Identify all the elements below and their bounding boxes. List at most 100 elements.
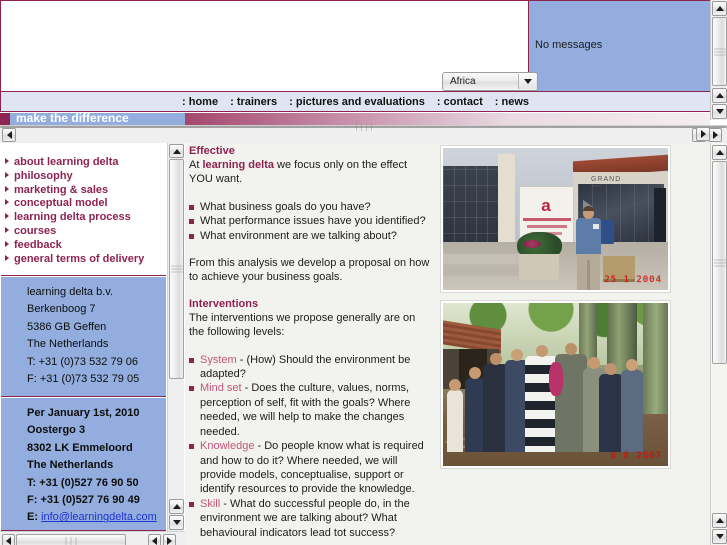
sidebar-item-about-learning-delta[interactable]: about learning delta xyxy=(5,156,166,170)
browser-window: No messages Africa home trainers picture… xyxy=(0,0,727,545)
address-line: 8302 LK Emmeloord xyxy=(27,441,133,454)
nav-item-trainers[interactable]: trainers xyxy=(224,96,283,108)
bullet-triangle-icon xyxy=(5,240,9,247)
sidebar-item-philosophy[interactable]: philosophy xyxy=(5,170,166,184)
nav-item-contact[interactable]: contact xyxy=(431,96,489,108)
bullet-triangle-icon xyxy=(5,185,9,192)
sidebar-item-label: general terms of delivery xyxy=(14,252,145,265)
sidebar-item-label: about learning delta xyxy=(14,156,119,168)
grip-icon xyxy=(713,46,726,57)
arrow-left-icon[interactable] xyxy=(2,128,16,142)
arrow-up-icon[interactable] xyxy=(169,499,184,514)
arrow-right-icon[interactable] xyxy=(163,534,176,545)
main-vscroll-thumb[interactable] xyxy=(712,161,727,364)
arrow-up-icon[interactable] xyxy=(712,513,727,528)
grip-icon xyxy=(170,264,183,275)
level-term: Mind set xyxy=(200,382,242,395)
nav-item-home[interactable]: home xyxy=(176,96,224,108)
brand-name: learning delta xyxy=(202,159,274,171)
photo-datestamp: 6 6 2007 xyxy=(610,451,662,461)
arrow-down-icon[interactable] xyxy=(169,515,184,530)
arrow-up-icon[interactable] xyxy=(712,88,727,103)
list-item-system: System - (How) Should the environment be… xyxy=(189,353,431,382)
address-line: learning delta b.v. xyxy=(27,286,114,298)
address-effective-date: Per January 1st, 2010 xyxy=(27,407,140,419)
sidebar-vertical-scrollbar[interactable] xyxy=(167,143,184,531)
country-select-value: Africa xyxy=(450,76,476,87)
section-closing-effective: From this analysis we develop a proposal… xyxy=(189,257,430,284)
level-text: - What do successful people do, in the e… xyxy=(200,497,410,539)
section-intro-interventions: The interventions we propose generally a… xyxy=(189,311,416,339)
level-term: Skill xyxy=(200,497,221,510)
list-item: What environment are we talking about? xyxy=(189,229,431,243)
arrow-right-icon[interactable] xyxy=(696,127,710,141)
messages-text: No messages xyxy=(535,39,603,51)
sidebar-item-label: courses xyxy=(14,224,57,237)
grip-icon xyxy=(64,536,79,545)
nav-item-pictures-and-evaluations[interactable]: pictures and evaluations xyxy=(283,96,431,108)
sidebar-item-label: conceptual model xyxy=(14,197,108,210)
main-navbar: home trainers pictures and evaluations c… xyxy=(1,91,710,111)
list-item-mind-set: Mind set - Does the culture, values, nor… xyxy=(189,381,431,439)
address-email-row: E: info@learningdelta.com xyxy=(27,509,166,526)
arrow-up-icon[interactable] xyxy=(169,144,184,158)
section-intro-effective: At learning delta we focus only on the e… xyxy=(189,158,431,187)
country-select[interactable]: Africa xyxy=(442,72,538,91)
sidebar-item-conceptual-model[interactable]: conceptual model xyxy=(5,197,166,211)
grip-icon xyxy=(713,257,726,268)
section-heading-effective: Effective xyxy=(189,145,235,157)
arrow-up-icon[interactable] xyxy=(712,1,727,16)
address-fax: F: +31 (0)73 532 79 05 xyxy=(27,373,140,386)
main-vertical-scrollbar[interactable] xyxy=(710,143,727,545)
level-term: System xyxy=(200,353,237,366)
email-link[interactable]: info@learningdelta.com xyxy=(41,511,157,523)
address-line: 5386 GB Geffen xyxy=(27,320,107,333)
photo-datestamp: 25 1 2004 xyxy=(604,275,662,285)
list-item-knowledge: Knowledge - Do people know what is requi… xyxy=(189,439,431,497)
bullet-triangle-icon xyxy=(5,158,9,164)
sidebar-item-courses[interactable]: courses xyxy=(5,225,166,239)
email-label: E: xyxy=(27,511,38,524)
sidebar-item-general-terms-of-delivery[interactable]: general terms of delivery xyxy=(5,253,166,267)
address-phone: T: +31 (0)73 532 79 06 xyxy=(27,355,138,368)
arrow-right-icon[interactable] xyxy=(708,128,722,142)
effective-question-list: What business goals do you have? What pe… xyxy=(189,200,431,243)
address-block-current: learning delta b.v. Berkenboog 7 5386 GB… xyxy=(1,277,166,397)
browser-vertical-scrollbar[interactable] xyxy=(710,0,727,120)
messages-panel: No messages xyxy=(528,1,710,91)
list-item-skill: Skill - What do successful people do, in… xyxy=(189,497,431,540)
address-line: Berkenboog 7 xyxy=(27,303,96,316)
page-hscroll-thumb[interactable] xyxy=(0,123,727,131)
list-item: What performance issues have you identif… xyxy=(189,214,431,228)
address-block-new: Per January 1st, 2010 Oostergo 3 8302 LK… xyxy=(1,398,166,531)
list-item: What business goals do you have? xyxy=(189,200,431,214)
address-line: The Netherlands xyxy=(27,338,109,351)
sidebar-horizontal-scrollbar[interactable] xyxy=(0,531,185,545)
level-term: Knowledge xyxy=(200,440,255,453)
bullet-triangle-icon xyxy=(5,213,9,220)
nav-item-news[interactable]: news xyxy=(489,96,535,108)
arrow-down-icon[interactable] xyxy=(712,529,727,544)
sidebar-item-marketing-and-sales[interactable]: marketing & sales xyxy=(5,184,166,198)
sidebar-item-learning-delta-process[interactable]: learning delta process xyxy=(5,211,166,225)
address-fax: F: +31 (0)527 76 90 49 xyxy=(27,494,140,507)
photo-column: a GRAND velvet 25 1 2004 6 6 2007 xyxy=(440,145,673,469)
arrow-down-icon[interactable] xyxy=(712,104,727,119)
address-phone: T: +31 (0)527 76 90 50 xyxy=(27,476,139,489)
sidebar-item-feedback[interactable]: feedback xyxy=(5,239,166,253)
arrow-left-icon[interactable] xyxy=(2,534,15,545)
photo-plaza-building: a GRAND velvet 25 1 2004 xyxy=(440,145,671,293)
sidebar-nav: about learning delta philosophy marketin… xyxy=(1,143,166,276)
sidebar-vscroll-thumb[interactable] xyxy=(169,159,184,379)
sidebar-hscroll-thumb[interactable] xyxy=(16,534,126,545)
bullet-triangle-icon xyxy=(5,226,9,233)
arrow-left-icon[interactable] xyxy=(148,534,161,545)
page-header-region: No messages Africa home trainers picture… xyxy=(0,0,710,112)
sidebar-item-label: philosophy xyxy=(14,169,73,182)
article-column: Effective At learning delta we focus onl… xyxy=(189,143,435,545)
arrow-up-icon[interactable] xyxy=(712,145,727,160)
grip-icon xyxy=(354,123,374,131)
page-horizontal-scrollbar[interactable] xyxy=(0,123,727,143)
chevron-down-icon[interactable] xyxy=(518,74,536,89)
browser-vscroll-thumb[interactable] xyxy=(712,17,727,86)
